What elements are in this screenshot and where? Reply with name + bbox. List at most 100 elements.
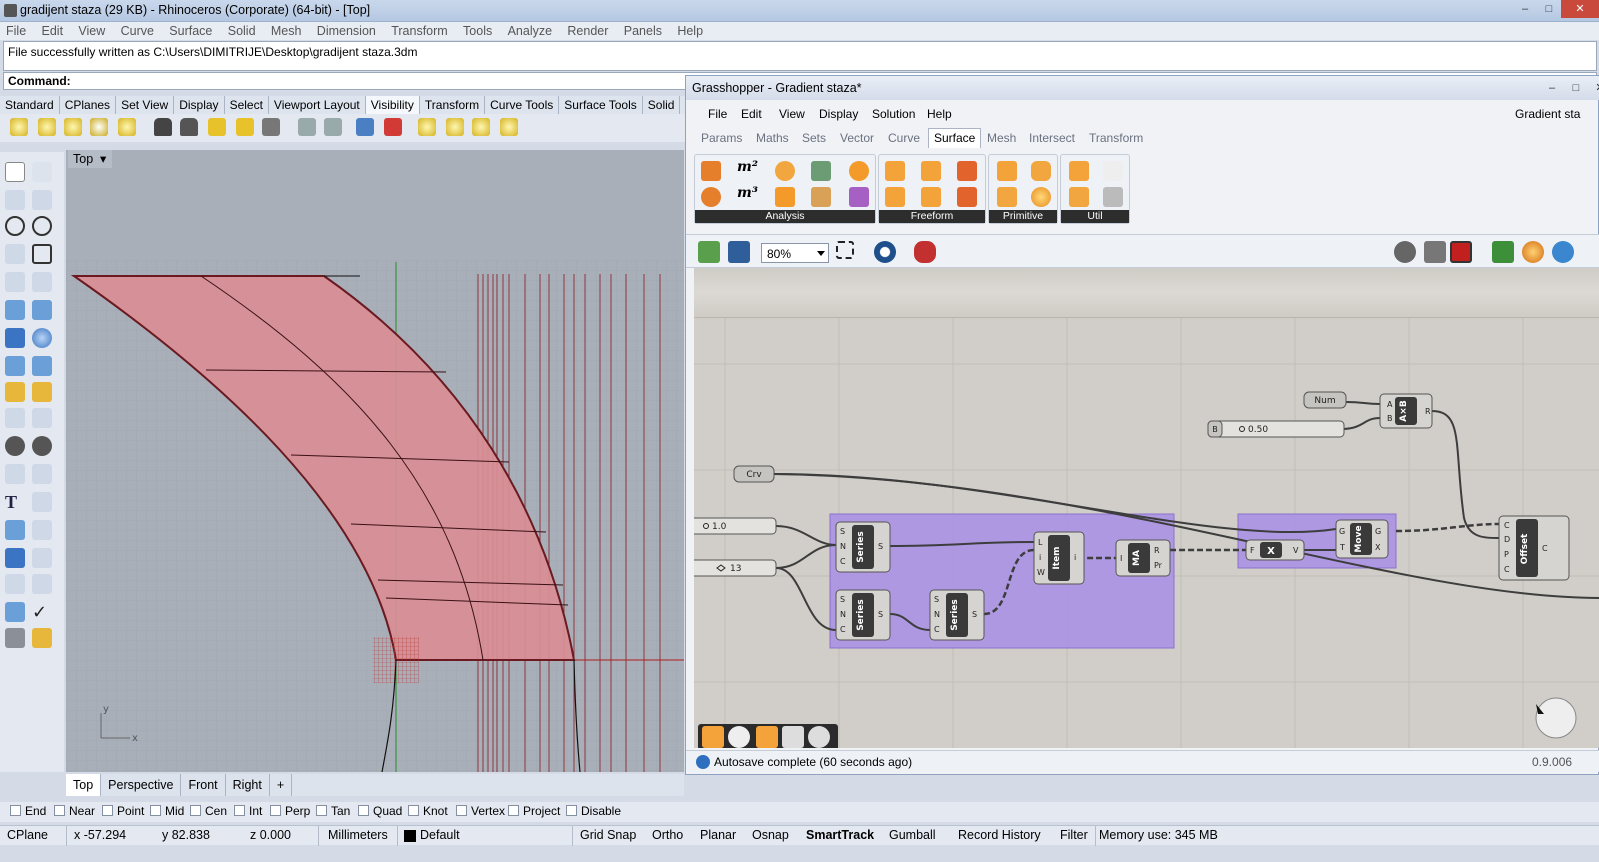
leader-icon[interactable] bbox=[32, 408, 52, 428]
extrude-point-icon[interactable] bbox=[957, 161, 977, 181]
surface-closest-point-icon[interactable] bbox=[849, 161, 869, 181]
minimize-button[interactable]: – bbox=[1513, 0, 1537, 18]
osnap-perp[interactable]: Perp bbox=[270, 804, 310, 818]
toggle-osnap[interactable]: Osnap bbox=[752, 828, 789, 842]
material-icon[interactable] bbox=[32, 628, 52, 648]
circle-icon[interactable] bbox=[5, 216, 25, 236]
gh-minimize-button[interactable]: – bbox=[1540, 79, 1564, 97]
osnap-cen[interactable]: Cen bbox=[190, 804, 227, 818]
isotrim-icon[interactable] bbox=[1069, 161, 1089, 181]
bounding-box-icon[interactable] bbox=[997, 161, 1017, 181]
mesh-icon[interactable] bbox=[32, 356, 52, 376]
zoom-select[interactable]: 80% bbox=[761, 243, 829, 263]
lock-swap-icon[interactable] bbox=[262, 118, 280, 136]
widget-markov-icon[interactable] bbox=[756, 726, 778, 748]
loft-surface-icon[interactable] bbox=[921, 187, 941, 207]
cylinder-icon[interactable] bbox=[1031, 161, 1051, 181]
viewport-tab-top[interactable]: Top bbox=[66, 774, 102, 796]
sketch-icon[interactable] bbox=[914, 241, 936, 263]
unlock-selected-icon[interactable] bbox=[236, 118, 254, 136]
gh-menu-edit[interactable]: Edit bbox=[741, 107, 762, 121]
gh-menu-solution[interactable]: Solution bbox=[872, 107, 915, 121]
points-off-icon[interactable] bbox=[324, 118, 342, 136]
volume-m3-icon[interactable]: m³ bbox=[737, 185, 758, 205]
bake-icon[interactable] bbox=[1492, 241, 1514, 263]
settings-icon[interactable] bbox=[1552, 241, 1574, 263]
text-icon[interactable]: T bbox=[5, 492, 25, 512]
top-viewport[interactable]: y x Top ▾ bbox=[66, 150, 684, 772]
multiplication-component[interactable]: A B R A×B bbox=[1379, 393, 1433, 429]
array-polar-icon[interactable] bbox=[5, 574, 25, 594]
gh-menu-view[interactable]: View bbox=[779, 107, 805, 121]
show-objects-icon[interactable] bbox=[10, 118, 28, 136]
num-param[interactable]: Num bbox=[1303, 391, 1347, 409]
array-icon[interactable] bbox=[5, 520, 25, 540]
menu-tools[interactable]: Tools bbox=[457, 22, 498, 40]
chevron-down-icon[interactable]: ▾ bbox=[100, 151, 106, 166]
extrude-icon[interactable] bbox=[5, 356, 25, 376]
osnap-disable[interactable]: Disable bbox=[566, 804, 621, 818]
menu-file[interactable]: File bbox=[0, 22, 32, 40]
menu-help[interactable]: Help bbox=[671, 22, 709, 40]
trim-icon[interactable] bbox=[5, 464, 25, 484]
deconstruct-brep-icon[interactable] bbox=[775, 161, 795, 181]
menu-curve[interactable]: Curve bbox=[115, 22, 160, 40]
box-2pt-icon[interactable] bbox=[997, 187, 1017, 207]
gh-tab-transform[interactable]: Transform bbox=[1089, 131, 1143, 145]
ribbon-label-primitive[interactable]: Primitive bbox=[989, 210, 1057, 223]
navigation-compass[interactable] bbox=[1535, 697, 1577, 739]
select-arrow-icon[interactable] bbox=[5, 162, 25, 182]
osnap-knot[interactable]: Knot bbox=[408, 804, 448, 818]
volume-icon[interactable] bbox=[701, 187, 721, 207]
evaluate-box-icon[interactable] bbox=[811, 161, 831, 181]
4point-surface-icon[interactable] bbox=[885, 161, 905, 181]
series-component-3[interactable]: S N C S Series bbox=[929, 589, 985, 641]
principal-curvature-icon[interactable] bbox=[849, 187, 869, 207]
tab-select[interactable]: Select bbox=[225, 96, 269, 114]
widget-align-icon[interactable] bbox=[808, 726, 830, 748]
ribbon-label-freeform[interactable]: Freeform bbox=[879, 210, 985, 223]
gh-tab-curve[interactable]: Curve bbox=[888, 131, 920, 145]
surface-frames-icon[interactable] bbox=[1069, 187, 1089, 207]
gh-menu-help[interactable]: Help bbox=[927, 107, 952, 121]
status-cplane[interactable]: CPlane bbox=[7, 828, 48, 842]
preview-selected-icon[interactable] bbox=[1450, 241, 1472, 263]
orient-icon[interactable] bbox=[32, 574, 52, 594]
osnap-vertex[interactable]: Vertex bbox=[456, 804, 505, 818]
ungroup-icon[interactable] bbox=[32, 436, 52, 456]
tab-transform[interactable]: Transform bbox=[420, 96, 486, 114]
tab-cplanes[interactable]: CPlanes bbox=[60, 96, 117, 114]
widget-profiler-icon[interactable] bbox=[728, 726, 750, 748]
toggle-smarttrack[interactable]: SmartTrack bbox=[806, 828, 874, 842]
curve-param[interactable]: Crv bbox=[733, 465, 775, 483]
viewport-tab-front[interactable]: Front bbox=[181, 774, 226, 796]
polygon-icon[interactable] bbox=[5, 272, 25, 292]
layer-off-icon[interactable] bbox=[446, 118, 464, 136]
check-icon[interactable]: ✓ bbox=[32, 602, 52, 623]
osnap-mid[interactable]: Mid bbox=[150, 804, 184, 818]
dimensions-icon[interactable] bbox=[775, 187, 795, 207]
osnap-point[interactable]: Point bbox=[102, 804, 144, 818]
menu-mesh[interactable]: Mesh bbox=[265, 22, 308, 40]
box-icon[interactable] bbox=[5, 328, 25, 348]
network-surface-icon[interactable] bbox=[957, 187, 977, 207]
dimension-icon[interactable] bbox=[5, 408, 25, 428]
grasshopper-canvas[interactable]: Num B 0.50 A B R A×B Crv 1.0 13 S N C S … bbox=[694, 268, 1599, 748]
ribbon-label-analysis[interactable]: Analysis bbox=[695, 210, 875, 223]
open-file-icon[interactable] bbox=[698, 241, 720, 263]
viewport-tab-right[interactable]: Right bbox=[226, 774, 270, 796]
show-selected-icon[interactable] bbox=[64, 118, 82, 136]
menu-render[interactable]: Render bbox=[561, 22, 614, 40]
gh-close-button[interactable]: ✕ bbox=[1588, 79, 1599, 97]
fillet-curve-icon[interactable] bbox=[32, 272, 52, 292]
mirror-icon[interactable] bbox=[32, 520, 52, 540]
unlock-icon[interactable] bbox=[180, 118, 198, 136]
layer-on-icon[interactable] bbox=[418, 118, 436, 136]
tab-standard[interactable]: Standard bbox=[0, 96, 60, 114]
surface-icon[interactable] bbox=[5, 300, 25, 320]
gh-tab-surface[interactable]: Surface bbox=[928, 128, 982, 148]
menu-transform[interactable]: Transform bbox=[385, 22, 454, 40]
osnap-project[interactable]: Project bbox=[508, 804, 560, 818]
toggle-planar[interactable]: Planar bbox=[700, 828, 736, 842]
osnap-near[interactable]: Near bbox=[54, 804, 95, 818]
